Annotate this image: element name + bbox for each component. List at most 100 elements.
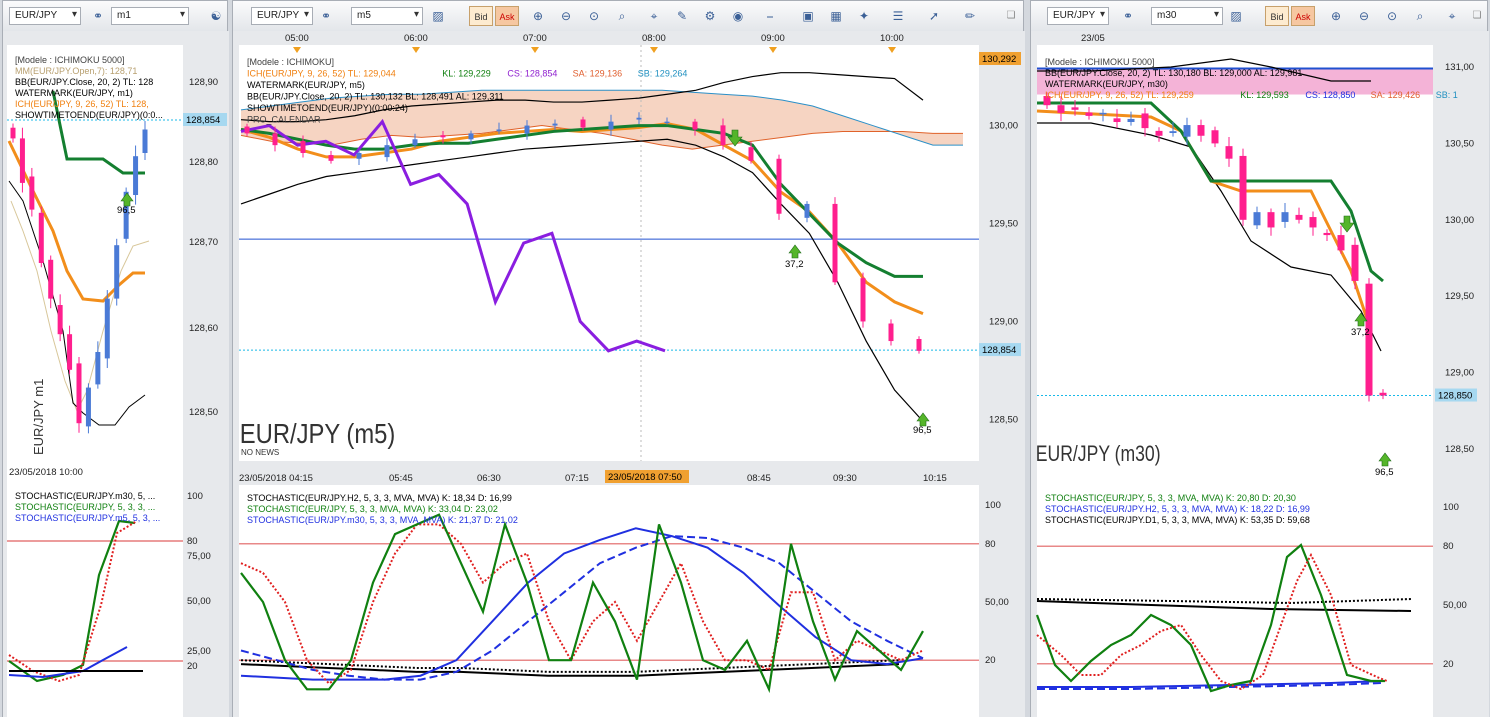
link-icon[interactable]: ⚭	[1119, 7, 1137, 25]
price-box-label: 128,854	[982, 345, 1016, 356]
bull-candle	[1281, 212, 1289, 222]
bull-candle	[1099, 112, 1107, 115]
zoom-fit-icon[interactable]: ⊙	[585, 7, 603, 25]
axis-tick-label: 131,00	[1445, 62, 1474, 73]
price-chart[interactable]: 23/05 37,2 96,5 [Modele : ICHIMOKU 5000]BB(…	[1031, 31, 1489, 501]
legend-entry: STOCHASTIC(EUR/JPY.D1, 5, 3, 3, MVA, MVA…	[1045, 515, 1310, 525]
legend-entry-value: CS: 128,850	[1305, 90, 1355, 100]
bull-candle	[552, 123, 558, 126]
panel-center: EUR/JPY ⚭ m5 ▨ Bid Ask ⊕ ⊖ ⊙ ⌕ ⌖ ✎ ⚙ ◉ ⎯…	[232, 0, 1025, 717]
stochastic-chart[interactable]: STOCHASTIC(EUR/JPY.m30, 5, ...STOCHASTIC…	[3, 485, 229, 717]
ask-button[interactable]: Ask	[495, 6, 519, 26]
symbol-select[interactable]: EUR/JPY	[251, 7, 313, 25]
bull-candle	[636, 117, 642, 120]
zoom-out-icon[interactable]: ⊖	[557, 7, 575, 25]
time-label: 07:15	[565, 473, 589, 484]
axis-tick-label: 80	[1443, 541, 1454, 552]
bear-candle	[1309, 217, 1317, 228]
axis-tick-label: 20	[985, 655, 996, 666]
bear-candle	[300, 141, 306, 153]
plot-area	[1037, 45, 1433, 485]
legend-entry: STOCHASTIC(EUR/JPY.m30, 5, ...	[15, 491, 155, 501]
bear-candle	[860, 278, 866, 322]
zoom-in-icon[interactable]: ⊕	[1327, 7, 1345, 25]
timeframe-select[interactable]: m1	[111, 7, 189, 25]
legend-entry: STOCHASTIC(EUR/JPY, 5, 3, 3, MVA, MVA) K…	[247, 504, 498, 514]
bear-candle	[776, 158, 782, 214]
price-box-label: 128,850	[1438, 391, 1472, 402]
bear-candle	[29, 176, 35, 210]
stochastic-chart[interactable]: STOCHASTIC(EUR/JPY.H2, 5, 3, 3, MVA, MVA…	[233, 485, 1025, 717]
axis-tick-label: 100	[187, 491, 203, 502]
axis-tick-label: 128,80	[189, 157, 218, 168]
chart-type-icon[interactable]: ▨	[1227, 7, 1245, 25]
bear-candle	[692, 121, 698, 130]
magnifier-icon[interactable]: ⌕	[1411, 7, 1429, 25]
symbol-select[interactable]: EUR/JPY	[9, 7, 81, 25]
legend-entry: [Modele : ICHIMOKU 5000]	[15, 55, 125, 65]
trend-icon[interactable]: ➚	[925, 7, 943, 25]
tools-icon[interactable]: ⚙	[701, 7, 719, 25]
time-label: 05:45	[389, 473, 413, 484]
chart-toolbar: EUR/JPY ⚭ m30 ▨ Bid Ask ⊕ ⊖ ⊙ ⌕ ⌖ ❏	[1031, 1, 1487, 32]
bear-candle	[76, 363, 82, 424]
bear-candle	[38, 212, 44, 263]
watermark: EUR/JPY (m30)	[1036, 442, 1161, 466]
link-icon[interactable]: ☯	[207, 7, 225, 25]
axis-tick-label: 50,00	[187, 596, 211, 607]
zoom-in-icon[interactable]: ⊕	[529, 7, 547, 25]
link-icon[interactable]: ⚭	[317, 7, 335, 25]
axis-tick-label: 128,50	[989, 414, 1018, 425]
globe-icon[interactable]: ◉	[729, 7, 747, 25]
grid-icon[interactable]: ▦	[827, 7, 845, 25]
bid-button[interactable]: Bid	[1265, 6, 1289, 26]
bear-candle	[272, 133, 278, 146]
price-chart[interactable]: 96,5 [Modele : ICHIMOKU 5000]MM(EUR/JPY.O…	[3, 31, 229, 501]
crosshair-icon[interactable]: ⌖	[1443, 7, 1461, 25]
bear-candle	[888, 323, 894, 342]
price-box-label: 130,292	[982, 54, 1016, 65]
timeframe-select[interactable]: m5	[351, 7, 423, 25]
legend-entry: WATERMARK(EUR/JPY, m30)	[1045, 79, 1168, 89]
draw-icon[interactable]: ✦	[855, 7, 873, 25]
bear-candle	[1239, 155, 1247, 220]
chart-toolbar: EUR/JPY ⚭ m1 ☯	[3, 1, 227, 32]
lines-icon[interactable]: ☰	[889, 7, 907, 25]
zoom-fit-icon[interactable]: ⊙	[1383, 7, 1401, 25]
price-chart[interactable]: 05:00 06:00 07:00 08:00 09:00 10:00 37,2 96,5 [M…	[233, 31, 1025, 501]
legend-entry: STOCHASTIC(EUR/JPY.H2, 5, 3, 3, MVA, MVA…	[1045, 504, 1310, 514]
bear-candle	[244, 126, 250, 134]
legend-entry: BB(EUR/JPY.Close, 20, 2) TL: 130,132 BL:…	[247, 92, 504, 102]
legend-entry: STOCHASTIC(EUR/JPY.m30, 5, 3, 3, MVA, MV…	[247, 515, 518, 525]
image-icon[interactable]: ▣	[799, 7, 817, 25]
top-time-label: 07:00	[523, 33, 547, 44]
legend-entry: WATERMARK(EUR/JPY, m5)	[247, 80, 365, 90]
legend-entry: ICH(EUR/JPY, 9, 26, 52) TL: 128,	[15, 99, 149, 109]
bear-candle	[1365, 283, 1373, 396]
link-icon[interactable]: ⚭	[89, 7, 107, 25]
close-icon[interactable]: ❏	[1471, 10, 1483, 22]
axis-tick-label: 20	[187, 661, 198, 672]
bear-candle	[328, 155, 334, 161]
marker-label: 37,2	[1351, 327, 1370, 338]
pencil-icon[interactable]: ✏	[961, 7, 979, 25]
note-icon[interactable]: ✎	[673, 7, 691, 25]
ask-button[interactable]: Ask	[1291, 6, 1315, 26]
ruler-icon[interactable]: ⎯	[761, 7, 779, 25]
timeframe-select[interactable]: m30	[1151, 7, 1223, 25]
bull-candle	[356, 152, 362, 159]
chart-type-icon[interactable]: ▨	[429, 7, 447, 25]
bull-candle	[412, 139, 418, 146]
bid-button[interactable]: Bid	[469, 6, 493, 26]
axis-tick-label: 128,90	[189, 77, 218, 88]
legend-entry-value: KL: 129,593	[1240, 90, 1289, 100]
price-box-label: 128,854	[186, 115, 220, 126]
magnifier-icon[interactable]: ⌕	[613, 7, 631, 25]
legend-entry-value: KL: 129,229	[442, 69, 491, 79]
stochastic-chart[interactable]: STOCHASTIC(EUR/JPY, 5, 3, 3, MVA, MVA) K…	[1031, 485, 1489, 717]
close-icon[interactable]: ❏	[1005, 10, 1017, 22]
zoom-out-icon[interactable]: ⊖	[1355, 7, 1373, 25]
marker-label: 37,2	[785, 259, 804, 270]
symbol-select[interactable]: EUR/JPY	[1047, 7, 1109, 25]
crosshair-icon[interactable]: ⌖	[645, 7, 663, 25]
